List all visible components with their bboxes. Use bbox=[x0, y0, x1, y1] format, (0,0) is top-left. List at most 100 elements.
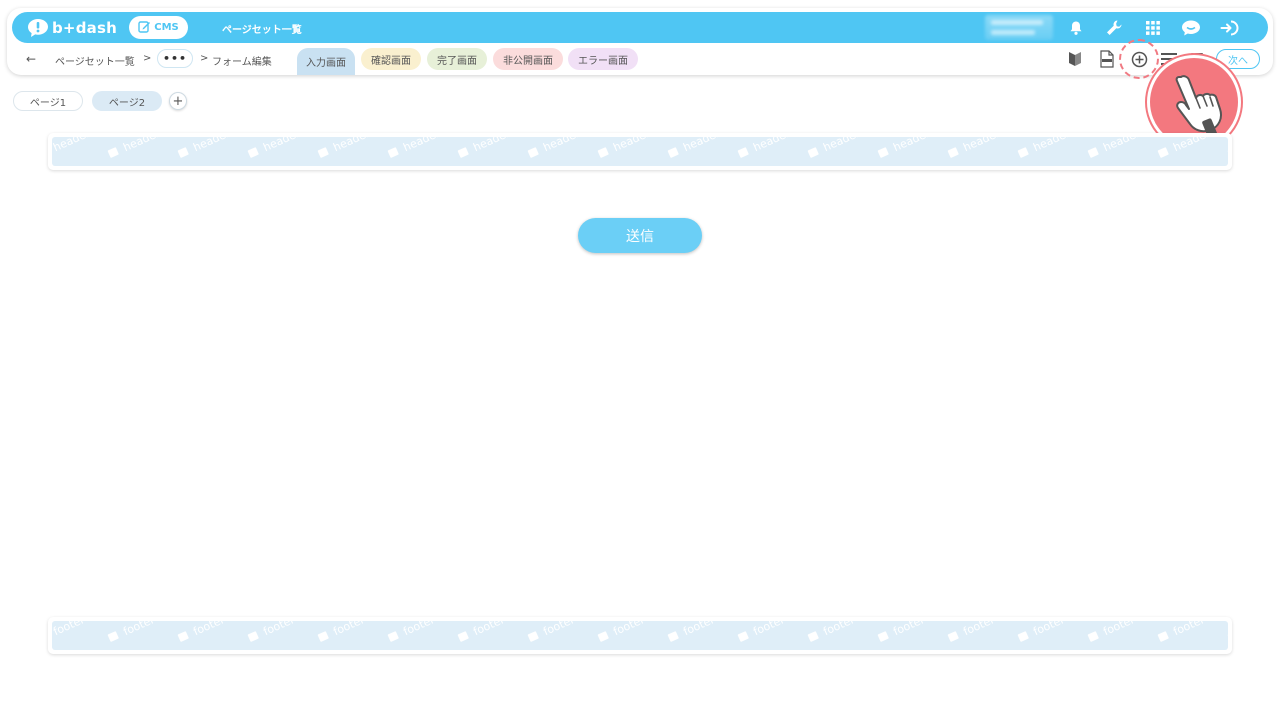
watermark-tile: header bbox=[1017, 137, 1072, 158]
watermark-tile: footer bbox=[177, 621, 227, 642]
watermark-text: footer bbox=[961, 621, 997, 638]
watermark-tile: footer bbox=[247, 621, 297, 642]
beginner-mark-icon[interactable] bbox=[1065, 49, 1085, 69]
image-placeholder-icon bbox=[667, 631, 679, 642]
header-pattern: header header header header header header head… bbox=[52, 137, 1228, 166]
watermark-text: header bbox=[261, 137, 302, 154]
breadcrumb-separator: > bbox=[143, 53, 152, 64]
watermark-tile: header bbox=[52, 137, 92, 154]
watermark-tile: footer bbox=[457, 621, 507, 642]
tab-complete-screen[interactable]: 完了画面 bbox=[427, 48, 487, 70]
image-placeholder-icon bbox=[317, 631, 329, 642]
watermark-tile: header bbox=[597, 137, 652, 158]
watermark-text: header bbox=[541, 137, 582, 154]
watermark-text: header bbox=[52, 137, 92, 154]
editor-toolbar: ← ページセット一覧 > ••• > フォーム編集 入力画面 確認画面 完了画面… bbox=[12, 46, 1268, 75]
watermark-tile: footer bbox=[947, 621, 997, 642]
watermark-tile: footer bbox=[667, 621, 717, 642]
image-placeholder-icon bbox=[877, 631, 889, 642]
watermark-tile: footer bbox=[387, 621, 437, 642]
watermark-tile: header bbox=[177, 137, 232, 158]
image-placeholder-icon bbox=[1087, 631, 1099, 642]
support-icon[interactable] bbox=[1180, 17, 1202, 39]
watermark-text: header bbox=[821, 137, 862, 154]
image-placeholder-icon bbox=[877, 147, 889, 158]
image-placeholder-icon bbox=[1157, 631, 1169, 642]
image-placeholder-icon bbox=[457, 147, 469, 158]
image-placeholder-icon bbox=[387, 631, 399, 642]
image-placeholder-icon bbox=[247, 147, 259, 158]
watermark-tile: footer bbox=[52, 621, 87, 638]
image-placeholder-icon bbox=[1157, 147, 1169, 158]
watermark-tile: header bbox=[247, 137, 302, 158]
watermark-tile: header bbox=[667, 137, 722, 158]
watermark-tile: footer bbox=[107, 621, 157, 642]
image-placeholder-icon bbox=[177, 631, 189, 642]
watermark-text: footer bbox=[821, 621, 857, 638]
watermark-tile: header bbox=[877, 137, 932, 158]
user-info-blurred[interactable] bbox=[985, 15, 1053, 40]
breadcrumb-page-set-list[interactable]: ページセット一覧 bbox=[55, 53, 135, 68]
submit-button[interactable]: 送信 bbox=[578, 218, 702, 253]
edit-icon bbox=[138, 20, 151, 36]
watermark-text: header bbox=[681, 137, 722, 154]
watermark-text: footer bbox=[471, 621, 507, 638]
bell-icon[interactable] bbox=[1065, 17, 1087, 39]
watermark-tile: footer bbox=[1157, 621, 1207, 642]
grid-icon[interactable] bbox=[1142, 17, 1164, 39]
image-placeholder-icon bbox=[387, 147, 399, 158]
header-placeholder[interactable]: header header header header header header head… bbox=[48, 133, 1232, 170]
watermark-text: header bbox=[611, 137, 652, 154]
tab-error-screen[interactable]: エラー画面 bbox=[568, 48, 638, 70]
breadcrumb-form-edit: フォーム編集 bbox=[212, 57, 272, 68]
image-placeholder-icon bbox=[1017, 147, 1029, 158]
image-placeholder-icon bbox=[597, 147, 609, 158]
logo-text: b+dash bbox=[52, 18, 117, 37]
breadcrumb-more-button[interactable]: ••• bbox=[157, 49, 193, 68]
top-navigation-bar: b+dash CMS ページセット一覧 bbox=[12, 12, 1268, 43]
image-placeholder-icon bbox=[107, 631, 119, 642]
watermark-text: footer bbox=[611, 621, 647, 638]
watermark-tile: footer bbox=[877, 621, 927, 642]
image-placeholder-icon bbox=[1227, 631, 1228, 642]
watermark-tile: footer bbox=[597, 621, 647, 642]
watermark-text: footer bbox=[1031, 621, 1067, 638]
image-placeholder-icon bbox=[247, 631, 259, 642]
watermark-tile: header bbox=[387, 137, 442, 158]
tab-confirm-screen[interactable]: 確認画面 bbox=[361, 48, 421, 70]
watermark-text: header bbox=[121, 137, 162, 154]
image-placeholder-icon bbox=[667, 147, 679, 158]
html-file-icon[interactable] bbox=[1097, 49, 1117, 69]
image-placeholder-icon bbox=[807, 631, 819, 642]
back-arrow-icon[interactable]: ← bbox=[26, 52, 36, 66]
watermark-tile: header bbox=[737, 137, 792, 158]
watermark-tile: footer bbox=[317, 621, 367, 642]
page-tab-1[interactable]: ページ1 bbox=[13, 91, 83, 111]
wrench-icon[interactable] bbox=[1103, 17, 1125, 39]
watermark-tile: footer bbox=[1227, 631, 1228, 642]
tab-private-screen[interactable]: 非公開画面 bbox=[493, 48, 563, 70]
watermark-text: header bbox=[471, 137, 512, 154]
logout-icon[interactable] bbox=[1219, 17, 1241, 39]
watermark-text: header bbox=[1031, 137, 1072, 154]
image-placeholder-icon bbox=[457, 631, 469, 642]
tab-input-screen[interactable]: 入力画面 bbox=[297, 48, 355, 75]
watermark-tile: header bbox=[1157, 137, 1212, 158]
image-placeholder-icon bbox=[1227, 147, 1228, 158]
watermark-tile: footer bbox=[1087, 621, 1137, 642]
cms-button[interactable]: CMS bbox=[129, 16, 188, 39]
footer-placeholder[interactable]: footer footer footer footer footer footer foot… bbox=[48, 617, 1232, 654]
watermark-tile: footer bbox=[737, 621, 787, 642]
watermark-text: header bbox=[1171, 137, 1212, 154]
watermark-text: header bbox=[751, 137, 792, 154]
watermark-text: header bbox=[1101, 137, 1142, 154]
watermark-tile: header bbox=[527, 137, 582, 158]
watermark-tile: header bbox=[807, 137, 862, 158]
watermark-text: footer bbox=[191, 621, 227, 638]
page-tab-2[interactable]: ページ2 bbox=[92, 91, 162, 111]
app-logo[interactable]: b+dash bbox=[26, 15, 117, 40]
watermark-text: header bbox=[401, 137, 442, 154]
add-page-button[interactable]: + bbox=[169, 92, 187, 110]
image-placeholder-icon bbox=[1017, 631, 1029, 642]
watermark-text: footer bbox=[1171, 621, 1207, 638]
